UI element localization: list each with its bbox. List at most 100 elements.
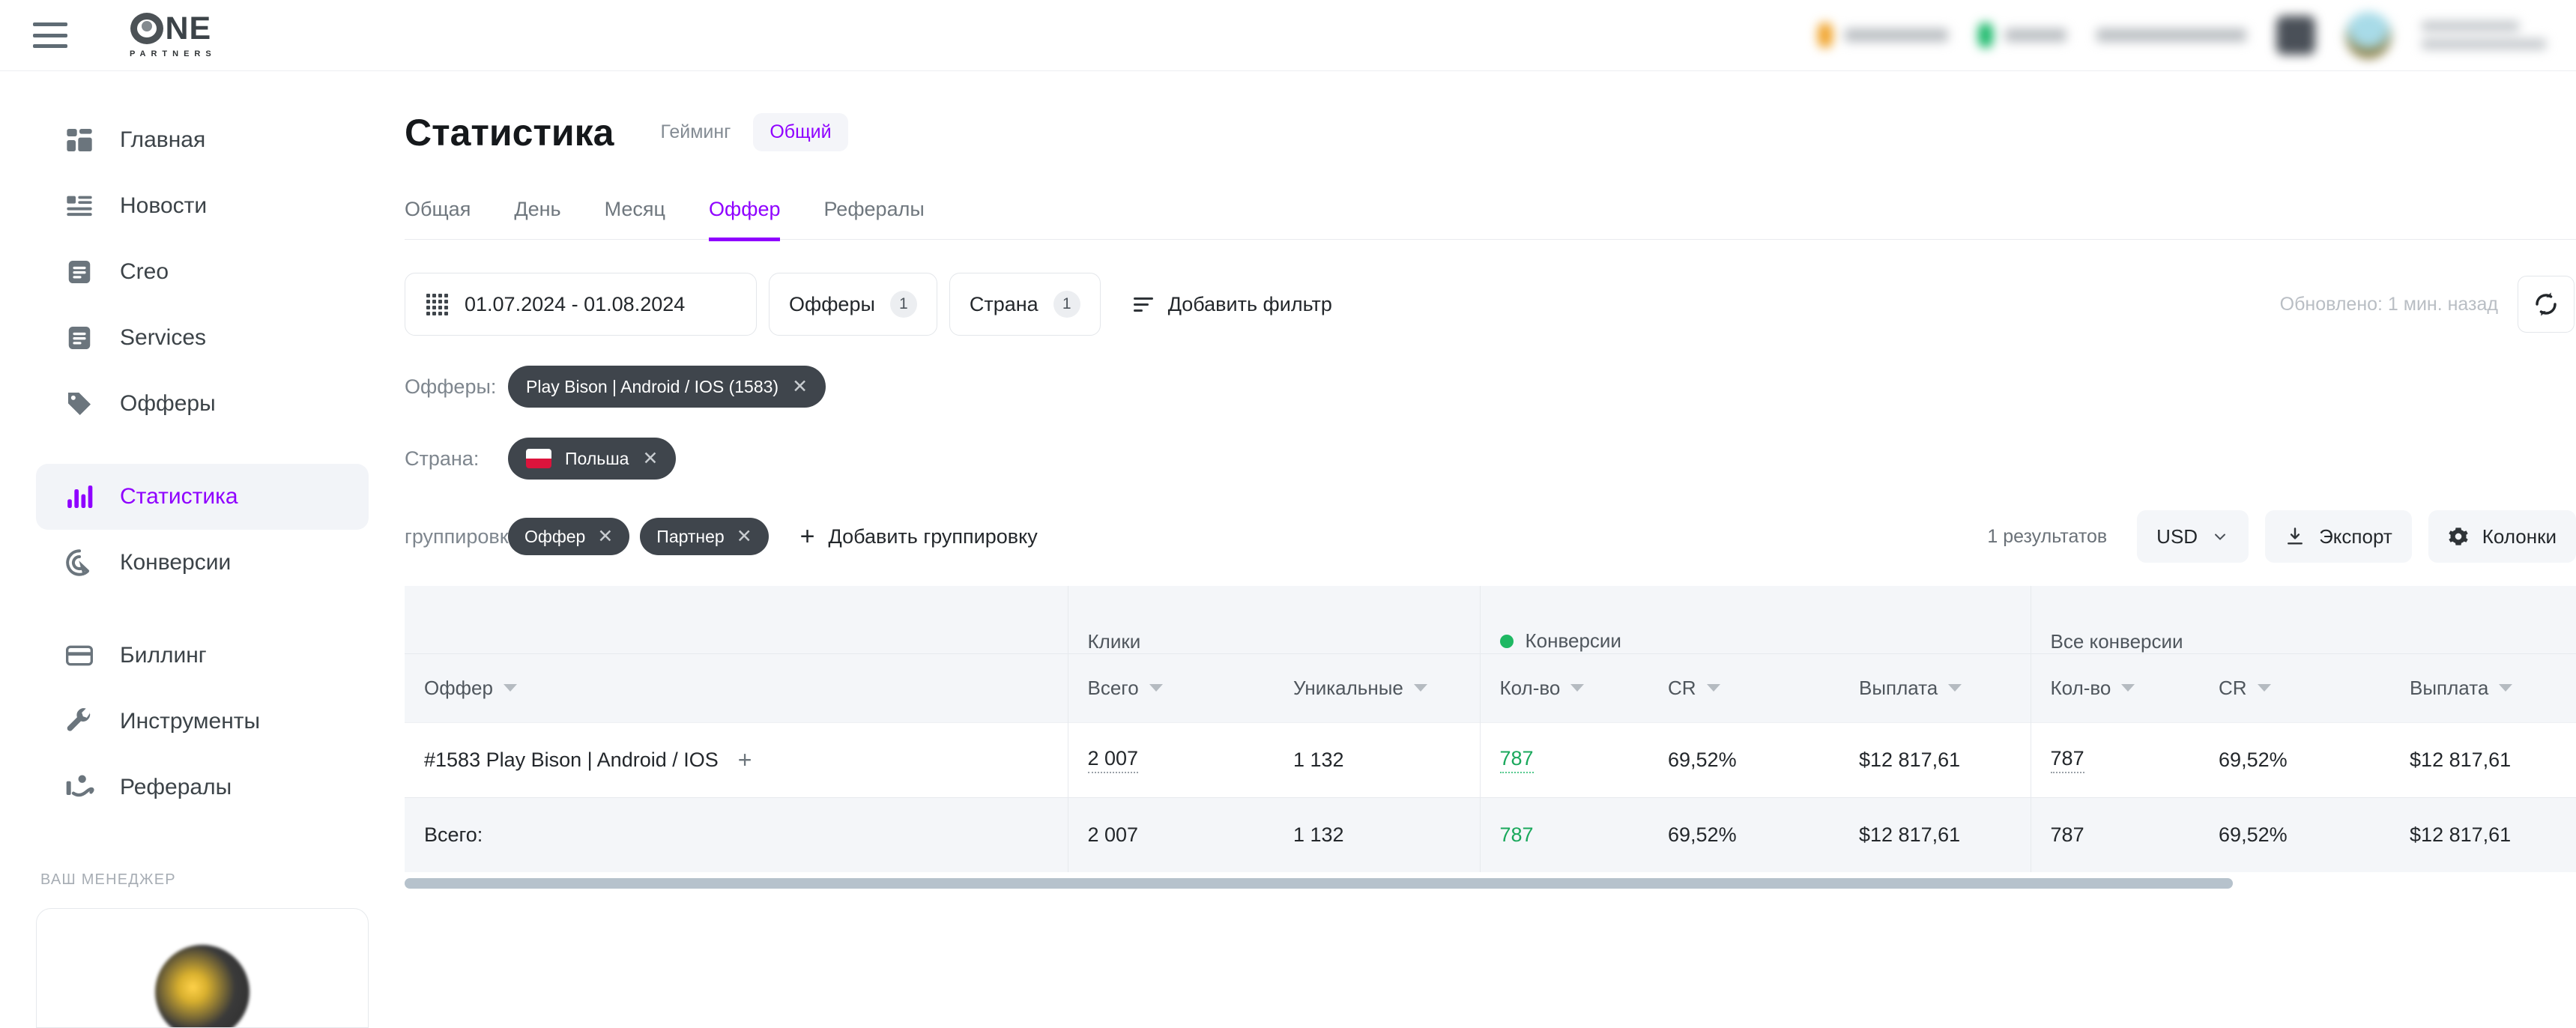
close-icon[interactable]: ✕ [597,525,613,548]
top-bar: NE PARTNERS [0,0,2576,71]
sidebar-item-novosti[interactable]: Новости [36,173,369,239]
segment-gaming[interactable]: Гейминг [644,113,748,151]
columns-button[interactable]: Колонки [2428,510,2576,563]
column-header-label: Кол-во [1499,676,1561,699]
filter-button-offers[interactable]: Офферы 1 [769,273,937,336]
balance-pill-available[interactable] [1978,22,2066,48]
document-icon [63,256,96,288]
sidebar-item-label: Офферы [120,391,216,416]
offer-chip[interactable]: Play Bison | Android / IOS (1583) ✕ [508,366,826,408]
table-row[interactable]: #1583 Play Bison | Android / IOS + 2 007 … [405,722,2576,797]
sidebar-item-instrumenty[interactable]: Инструменты [36,689,369,755]
tab-offer[interactable]: Оффер [709,198,781,241]
horizontal-scrollbar[interactable] [405,878,2576,889]
sidebar-divider-gap [0,437,405,464]
sidebar-item-creo[interactable]: Creo [36,239,369,305]
contact-info-redacted[interactable] [2096,28,2246,42]
cell-value: $12 817,61 [2410,823,2512,846]
column-header-clicks-total[interactable]: Всего [1067,653,1274,722]
add-grouping-button[interactable]: + Добавить группировку [800,524,1038,549]
tab-obshaya[interactable]: Общая [405,198,471,241]
tab-referaly[interactable]: Рефералы [823,198,924,241]
sort-caret-icon[interactable] [1948,684,1962,692]
column-header-label: CR [2219,676,2247,699]
sort-caret-icon[interactable] [503,684,517,692]
chevron-down-icon [2215,533,2226,540]
column-header-all-count[interactable]: Кол-во [2030,653,2200,722]
filter-button-country[interactable]: Страна 1 [949,273,1101,336]
cursor-target-icon [63,546,96,579]
sidebar-item-services[interactable]: Services [36,305,369,371]
group-header-conversions-label: Конверсии [1525,629,1621,652]
notifications-avatar[interactable] [2276,16,2315,55]
pending-indicator-icon [1818,22,1833,48]
column-header-conv-count[interactable]: Кол-во [1479,653,1648,722]
sort-caret-icon[interactable] [2499,684,2513,692]
cell-value: $12 817,61 [1859,823,1961,846]
sort-caret-icon[interactable] [1149,684,1163,692]
horizontal-scrollbar-thumb[interactable] [405,878,2233,889]
currency-select[interactable]: USD [2137,510,2249,563]
brand-logo[interactable]: NE PARTNERS [126,12,217,58]
sidebar-item-glavnaya[interactable]: Главная [36,107,369,173]
segment-general[interactable]: Общий [753,113,848,151]
sidebar-item-referaly[interactable]: Рефералы [36,755,369,820]
tag-icon [63,387,96,420]
close-icon[interactable]: ✕ [642,447,658,470]
available-indicator-icon [1978,22,1993,48]
cell-total-conv-payout: $12 817,61 [1839,796,2031,872]
cell-value[interactable]: 2 007 [1087,747,1139,773]
export-button[interactable]: Экспорт [2265,510,2412,563]
sidebar-item-statistika[interactable]: Статистика [36,464,369,530]
tab-den[interactable]: День [514,198,560,241]
cell-value: 2 007 [1087,823,1139,846]
cell-all-payout: $12 817,61 [2390,722,2576,797]
expand-row-icon[interactable]: + [738,748,752,772]
balance-pill-pending[interactable] [1818,22,1948,48]
avatar[interactable] [2345,12,2392,58]
cell-offer: #1583 Play Bison | Android / IOS + [405,722,1068,797]
close-icon[interactable]: ✕ [737,525,752,548]
sort-caret-icon[interactable] [1413,684,1427,692]
add-filter-button[interactable]: Добавить фильтр [1133,293,1332,316]
brand-o-glyph [130,13,164,44]
document-icon [63,321,96,354]
manager-avatar [155,945,250,1027]
selected-country-label: Страна: [405,447,480,470]
tab-mesyac[interactable]: Месяц [605,198,665,241]
sidebar-item-label: Главная [120,127,206,152]
close-icon[interactable]: ✕ [792,375,808,398]
sort-caret-icon[interactable] [1570,684,1585,692]
cell-value[interactable]: 787 [1499,747,1534,773]
country-chip-label: Польша [565,448,629,468]
offer-chip-label: Play Bison | Android / IOS (1583) [526,376,779,396]
calendar-icon [426,293,448,315]
group-header-all-conversions: Все конверсии [2030,586,2576,654]
manager-card[interactable] [36,908,369,1028]
sort-caret-icon[interactable] [2121,684,2135,692]
hamburger-icon[interactable] [33,22,67,48]
sidebar-item-label: Биллинг [120,643,207,668]
refresh-button[interactable] [2518,276,2575,333]
country-chip[interactable]: Польша ✕ [508,438,677,480]
table-group-header-row: Клики Конверсии Все конверсии [405,586,2576,654]
column-header-conv-payout[interactable]: Выплата [1839,653,2031,722]
column-header-offer[interactable]: Оффер [405,653,1068,722]
updated-timestamp: Обновлено: 1 мин. назад [2279,293,2498,315]
grouping-chip-partner[interactable]: Партнер ✕ [640,518,769,555]
grouping-label: группировка: [405,524,526,548]
sort-caret-icon[interactable] [2257,684,2271,692]
date-range-picker[interactable]: 01.07.2024 - 01.08.2024 [405,273,757,336]
sidebar-item-billing[interactable]: Биллинг [36,623,369,689]
sidebar-item-konversii[interactable]: Конверсии [36,530,369,596]
column-header-conv-cr[interactable]: CR [1648,653,1839,722]
column-header-clicks-unique[interactable]: Уникальные [1274,653,1480,722]
column-header-all-cr[interactable]: CR [2199,653,2391,722]
sidebar-item-offery[interactable]: Офферы [36,371,369,437]
user-meta-redacted[interactable] [2422,21,2546,49]
column-header-all-payout[interactable]: Выплата [2390,653,2576,722]
date-range-value: 01.07.2024 - 01.08.2024 [465,292,686,315]
grouping-chip-offer[interactable]: Оффер ✕ [508,518,630,555]
sort-caret-icon[interactable] [1706,684,1720,692]
cell-value[interactable]: 787 [2050,747,2084,773]
